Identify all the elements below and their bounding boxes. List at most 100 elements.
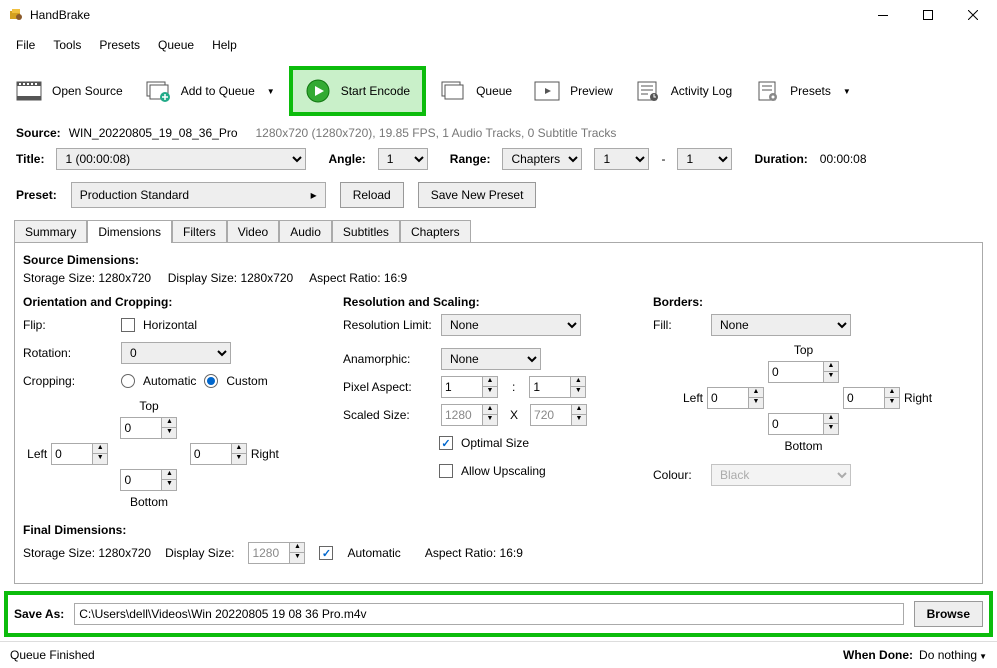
dimensions-panel: Source Dimensions: Storage Size: 1280x72… <box>14 242 983 584</box>
crop-auto-label: Automatic <box>143 374 196 388</box>
menu-queue[interactable]: Queue <box>150 34 202 56</box>
add-queue-label: Add to Queue <box>181 84 255 98</box>
range-select[interactable]: Chapters <box>502 148 582 170</box>
menu-help[interactable]: Help <box>204 34 245 56</box>
tab-filters[interactable]: Filters <box>172 220 227 243</box>
reslimit-label: Resolution Limit: <box>343 318 433 332</box>
crop-bottom-input[interactable]: ▲▼ <box>120 469 177 491</box>
borders-title: Borders: <box>653 295 913 309</box>
final-display-input[interactable]: ▲▼ <box>248 542 305 564</box>
chevron-down-icon: ▼ <box>267 87 275 96</box>
allow-upscaling-checkbox[interactable] <box>439 464 453 478</box>
colour-label: Colour: <box>653 468 703 482</box>
border-top-input[interactable]: ▲▼ <box>768 361 839 383</box>
reload-button[interactable]: Reload <box>340 182 404 208</box>
angle-select[interactable]: 1 <box>378 148 428 170</box>
title-label: Title: <box>16 152 44 166</box>
optimal-size-label: Optimal Size <box>461 436 529 450</box>
tabstrip: Summary Dimensions Filters Video Audio S… <box>0 220 997 243</box>
app-icon <box>8 7 24 23</box>
preset-value: Production Standard <box>80 188 189 202</box>
crop-top-input[interactable]: ▲▼ <box>120 417 177 439</box>
minimize-button[interactable] <box>860 0 905 30</box>
add-queue-button[interactable]: Add to Queue ▼ <box>137 72 283 110</box>
scaled-size-label: Scaled Size: <box>343 408 433 422</box>
scaled-h-input[interactable]: ▲▼ <box>530 404 587 426</box>
status-bar: Queue Finished When Done: Do nothing▼ <box>0 641 997 668</box>
range-label: Range: <box>450 152 491 166</box>
crop-left-input[interactable]: ▲▼ <box>51 443 108 465</box>
crop-custom-radio[interactable] <box>204 374 218 388</box>
tab-summary[interactable]: Summary <box>14 220 87 243</box>
angle-label: Angle: <box>328 152 365 166</box>
tab-dimensions[interactable]: Dimensions <box>87 220 172 243</box>
maximize-button[interactable] <box>905 0 950 30</box>
title-select[interactable]: 1 (00:00:08) <box>56 148 306 170</box>
tab-chapters[interactable]: Chapters <box>400 220 471 243</box>
save-as-label: Save As: <box>14 607 64 621</box>
presets-label: Presets <box>790 84 831 98</box>
source-dim-title: Source Dimensions: <box>23 253 974 267</box>
res-title: Resolution and Scaling: <box>343 295 623 309</box>
scaled-w-input[interactable]: ▲▼ <box>441 404 498 426</box>
save-as-input[interactable] <box>74 603 903 625</box>
optimal-size-checkbox[interactable] <box>439 436 453 450</box>
presets-icon <box>754 80 780 102</box>
tab-audio[interactable]: Audio <box>279 220 332 243</box>
preview-icon <box>534 80 560 102</box>
tab-video[interactable]: Video <box>227 220 279 243</box>
border-right-input[interactable]: ▲▼ <box>843 387 900 409</box>
save-preset-button[interactable]: Save New Preset <box>418 182 537 208</box>
menu-file[interactable]: File <box>8 34 43 56</box>
preset-select[interactable]: Production Standard ▸ <box>71 182 326 208</box>
film-icon <box>16 80 42 102</box>
browse-button[interactable]: Browse <box>914 601 983 627</box>
final-auto-checkbox[interactable] <box>319 546 333 560</box>
presets-button[interactable]: Presets ▼ <box>746 72 859 110</box>
crop-right-input[interactable]: ▲▼ <box>190 443 247 465</box>
colour-select[interactable]: Black <box>711 464 851 486</box>
x-label: X <box>510 408 518 422</box>
open-source-button[interactable]: Open Source <box>8 72 131 110</box>
reslimit-select[interactable]: None <box>441 314 581 336</box>
duration-value: 00:00:08 <box>820 152 867 166</box>
queue-button[interactable]: Queue <box>432 72 520 110</box>
border-bottom-label: Bottom <box>785 439 823 453</box>
dash: - <box>661 152 665 166</box>
activity-log-button[interactable]: Activity Log <box>627 72 740 110</box>
pixel-aspect-label: Pixel Aspect: <box>343 380 433 394</box>
activity-log-label: Activity Log <box>671 84 732 98</box>
crop-auto-radio[interactable] <box>121 374 135 388</box>
menu-presets[interactable]: Presets <box>91 34 148 56</box>
cropping-label: Cropping: <box>23 374 113 388</box>
anamorphic-select[interactable]: None <box>441 348 541 370</box>
chapter-to-select[interactable]: 1 <box>677 148 732 170</box>
source-row: Source: WIN_20220805_19_08_36_Pro 1280x7… <box>0 122 997 144</box>
start-encode-button[interactable]: Start Encode <box>297 72 418 110</box>
rotation-select[interactable]: 0 <box>121 342 231 364</box>
source-label: Source: <box>16 126 61 140</box>
menu-tools[interactable]: Tools <box>45 34 89 56</box>
preview-button[interactable]: Preview <box>526 72 621 110</box>
close-button[interactable] <box>950 0 995 30</box>
when-done-select[interactable]: Do nothing▼ <box>919 648 987 662</box>
start-encode-highlight: Start Encode <box>289 66 426 116</box>
start-encode-label: Start Encode <box>341 84 410 98</box>
crop-top-label: Top <box>139 399 158 413</box>
preview-label: Preview <box>570 84 613 98</box>
play-icon <box>305 80 331 102</box>
rotation-label: Rotation: <box>23 346 113 360</box>
chapter-from-select[interactable]: 1 <box>594 148 649 170</box>
fill-select[interactable]: None <box>711 314 851 336</box>
border-right-label: Right <box>904 391 932 405</box>
window-title: HandBrake <box>30 8 860 22</box>
pa-y-input[interactable]: ▲▼ <box>529 376 586 398</box>
border-left-input[interactable]: ▲▼ <box>707 387 764 409</box>
tab-subtitles[interactable]: Subtitles <box>332 220 400 243</box>
flip-horizontal-checkbox[interactable] <box>121 318 135 332</box>
flip-option: Horizontal <box>143 318 197 332</box>
pa-x-input[interactable]: ▲▼ <box>441 376 498 398</box>
border-top-label: Top <box>794 343 813 357</box>
border-bottom-input[interactable]: ▲▼ <box>768 413 839 435</box>
queue-label: Queue <box>476 84 512 98</box>
